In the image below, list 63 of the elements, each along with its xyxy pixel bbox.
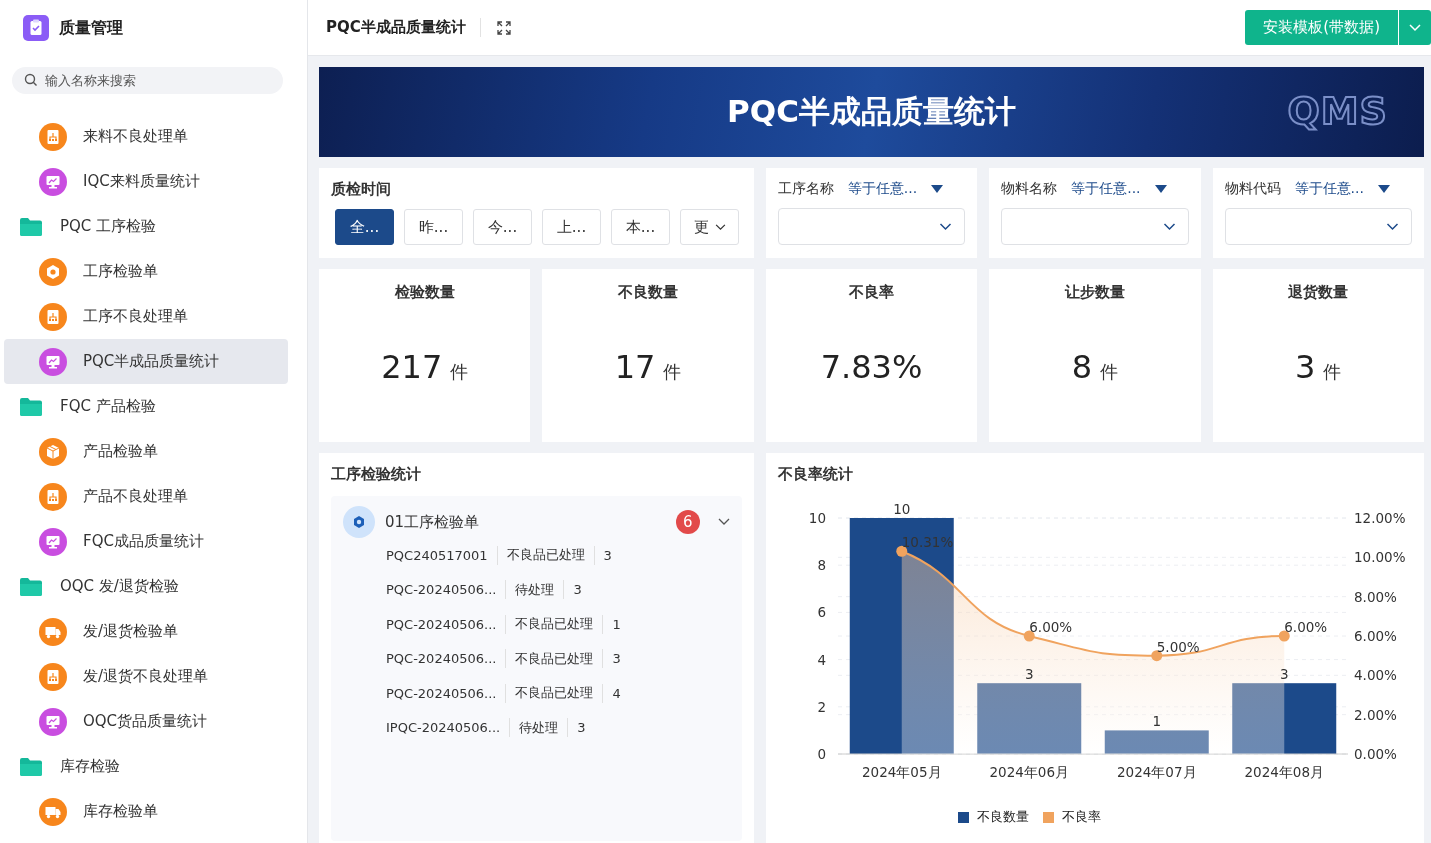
kpi-value: 7.83% [820, 348, 923, 386]
axis-label: 6.00% [1353, 628, 1397, 644]
kpi-title: 让步数量 [1064, 283, 1125, 302]
data-label: 5.00% [1156, 638, 1200, 655]
record-quantity: 3 [612, 651, 621, 667]
axis-label: 10 [808, 510, 826, 526]
kpi-title: 检验数量 [394, 283, 455, 302]
axis-label: 4.00% [1353, 667, 1397, 684]
record-status: 不良品已处理 [515, 615, 594, 634]
kpi-unit: 件 [450, 360, 469, 384]
record-quantity: 3 [573, 582, 582, 598]
filter-label: 物料名称 [1001, 180, 1058, 198]
card-title: 工序检验统计 [331, 465, 422, 484]
card-title: 不良率统计 [777, 465, 854, 484]
data-label: 10.31% [901, 534, 954, 551]
count-badge: 6 [675, 510, 700, 534]
axis-label: 6 [817, 604, 826, 621]
group-title: 01工序检验单 [385, 512, 481, 532]
kpi-unit: 件 [1323, 360, 1342, 384]
page-title: PQC半成品质量统计 [326, 18, 481, 37]
axis-label: 8 [817, 557, 826, 574]
axis-label: 2024年08月 [1244, 764, 1324, 780]
kpi-title: 退货数量 [1288, 283, 1349, 302]
record-status: 不良品已处理 [515, 684, 594, 703]
filter-label: 工序名称 [777, 180, 834, 198]
record-quantity: 1 [612, 616, 621, 632]
record-status: 不良品已处理 [506, 546, 585, 565]
app-title: 质量管理 [59, 17, 123, 39]
axis-label: 8.00% [1353, 588, 1397, 605]
axis-label: 12.00% [1353, 510, 1406, 526]
kpi-value: 3 [1295, 348, 1316, 386]
kpi-unit: 件 [1100, 360, 1119, 384]
axis-label: 0 [817, 746, 826, 762]
record-quantity: 4 [612, 685, 621, 701]
axis-label: 2 [817, 698, 826, 715]
axis-label: 2.00% [1353, 706, 1397, 723]
data-label: 3 [1279, 666, 1289, 683]
kpi-title: 不良率 [849, 283, 894, 302]
data-label: 10 [892, 501, 911, 517]
axis-label: 10.00% [1353, 549, 1406, 566]
kpi-value: 217 [381, 348, 443, 386]
axis-label: 2024年05月 [861, 764, 942, 780]
kpi-value: 8 [1071, 348, 1093, 386]
axis-label: 2024年07月 [1116, 764, 1197, 780]
record-quantity: 3 [577, 720, 586, 736]
data-label: 6.00% [1284, 619, 1327, 635]
axis-label: 4 [817, 651, 826, 668]
banner-logo: QMS [1287, 89, 1388, 133]
kpi-unit: 件 [663, 360, 682, 384]
kpi-title: 不良数量 [618, 283, 679, 302]
data-label: 1 [1152, 713, 1161, 730]
axis-label: 2024年06月 [989, 764, 1069, 780]
kpi-value: 17 [614, 348, 656, 386]
banner-title: PQC半成品质量统计 [727, 92, 1016, 131]
record-status: 待处理 [519, 718, 559, 737]
record-status: 不良品已处理 [515, 649, 594, 668]
record-quantity: 3 [603, 547, 612, 563]
data-label: 3 [1024, 666, 1034, 683]
record-status: 待处理 [515, 580, 555, 599]
axis-label: 0.00% [1353, 746, 1397, 762]
filter-label: 质检时间 [331, 180, 392, 199]
data-label: 6.00% [1029, 619, 1072, 635]
filter-label: 物料代码 [1224, 180, 1281, 198]
